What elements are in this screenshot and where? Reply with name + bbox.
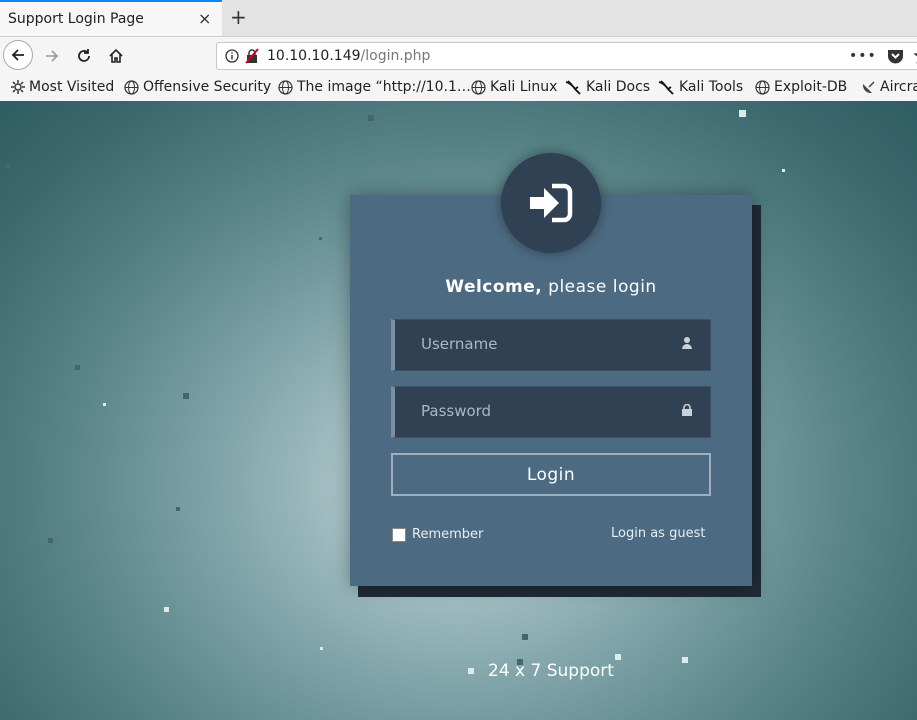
home-button[interactable]	[101, 41, 131, 71]
sign-in-icon	[530, 183, 573, 223]
particle	[75, 365, 80, 370]
remember-checkbox[interactable]: Remember	[392, 527, 483, 542]
insecure-lock-icon[interactable]	[245, 48, 259, 64]
particle	[176, 507, 180, 511]
lock-icon	[682, 404, 692, 416]
bookmark-label: Most Visited	[29, 79, 115, 95]
user-icon	[682, 337, 692, 349]
gear-icon	[11, 80, 25, 94]
bookmark-kali-tools[interactable]: Kali Tools	[658, 79, 743, 95]
particle	[103, 403, 106, 406]
particle	[319, 237, 322, 240]
reload-icon	[78, 49, 90, 62]
kali-dragon-icon	[658, 79, 674, 95]
bookmark-label: Kali Tools	[679, 79, 744, 95]
url-host: 10.10.10.149	[267, 48, 361, 64]
url-actions: •••	[849, 48, 917, 64]
particle	[468, 668, 474, 674]
bookmark-label: Exploit-DB	[774, 79, 848, 95]
tab-bar: Support Login Page × +	[0, 0, 917, 37]
checkbox-box[interactable]	[392, 527, 406, 542]
support-text: 24 x 7 Support	[488, 661, 614, 681]
tab-title: Support Login Page	[8, 11, 144, 27]
arrow-right-icon	[46, 50, 59, 62]
reload-button[interactable]	[69, 41, 99, 71]
remember-label: Remember	[412, 527, 484, 542]
forward-button[interactable]	[37, 41, 67, 71]
particle	[183, 393, 189, 399]
bookmark-kali-linux[interactable]: Kali Linux	[471, 79, 557, 95]
bookmark-exploit-db[interactable]: Exploit-DB	[755, 79, 847, 95]
particle	[682, 657, 688, 663]
username-field[interactable]	[391, 319, 711, 371]
pocket-icon[interactable]	[887, 48, 904, 64]
back-button[interactable]	[3, 40, 33, 70]
tab-support-login[interactable]: Support Login Page ×	[0, 0, 222, 36]
bookmark-label: Offensive Security	[143, 79, 272, 95]
particle	[48, 538, 53, 543]
login-as-guest-link[interactable]: Login as guest	[611, 526, 705, 541]
particle	[615, 654, 621, 660]
bookmark-label: Aircra	[880, 79, 917, 95]
globe-icon	[471, 79, 486, 95]
home-icon	[109, 48, 123, 63]
particle	[6, 164, 10, 168]
particle	[782, 169, 785, 172]
particle	[522, 634, 528, 640]
page-background: Welcome, please login Login Remember Log…	[0, 101, 917, 720]
navigation-bar: 10.10.10.149/login.php •••	[0, 37, 917, 75]
url-path: /login.php	[360, 48, 431, 64]
globe-icon	[755, 79, 770, 95]
bookmark-most-visited[interactable]: Most Visited	[11, 79, 114, 95]
bookmark-label: Kali Docs	[586, 79, 651, 95]
password-field[interactable]	[391, 386, 711, 438]
username-input[interactable]	[419, 334, 673, 354]
url-text[interactable]: 10.10.10.149/login.php	[267, 48, 430, 64]
kali-dragon-icon	[565, 79, 581, 95]
bookmark-label: Kali Linux	[490, 79, 558, 95]
satellite-dish-icon	[862, 80, 875, 93]
globe-icon	[278, 79, 293, 95]
url-bar[interactable]: 10.10.10.149/login.php •••	[216, 42, 917, 70]
arrow-left-icon	[11, 49, 24, 61]
bookmark-the-image[interactable]: The image “http://10.1…	[278, 79, 471, 95]
close-icon[interactable]: ×	[198, 9, 211, 29]
bookmark-label: The image “http://10.1…	[297, 79, 471, 95]
particle	[368, 115, 374, 121]
welcome-bold: Welcome,	[445, 277, 543, 297]
bookmark-offensive-security[interactable]: Offensive Security	[124, 79, 271, 95]
login-button[interactable]: Login	[391, 453, 711, 496]
login-avatar	[501, 153, 601, 253]
particle	[320, 647, 323, 650]
welcome-rest: please login	[542, 277, 657, 297]
bookmark-aircrack[interactable]: Aircra	[861, 79, 917, 95]
bookmark-kali-docs[interactable]: Kali Docs	[565, 79, 650, 95]
info-icon[interactable]	[225, 49, 239, 63]
globe-icon	[124, 79, 139, 95]
password-input[interactable]	[419, 401, 673, 421]
new-tab-icon[interactable]: +	[230, 5, 247, 29]
particle	[739, 110, 746, 117]
bookmarks-toolbar: Most Visited Offensive Security The imag…	[0, 75, 917, 102]
particle	[164, 607, 169, 612]
welcome-heading: Welcome, please login	[350, 277, 752, 297]
more-actions-icon[interactable]: •••	[849, 48, 877, 64]
